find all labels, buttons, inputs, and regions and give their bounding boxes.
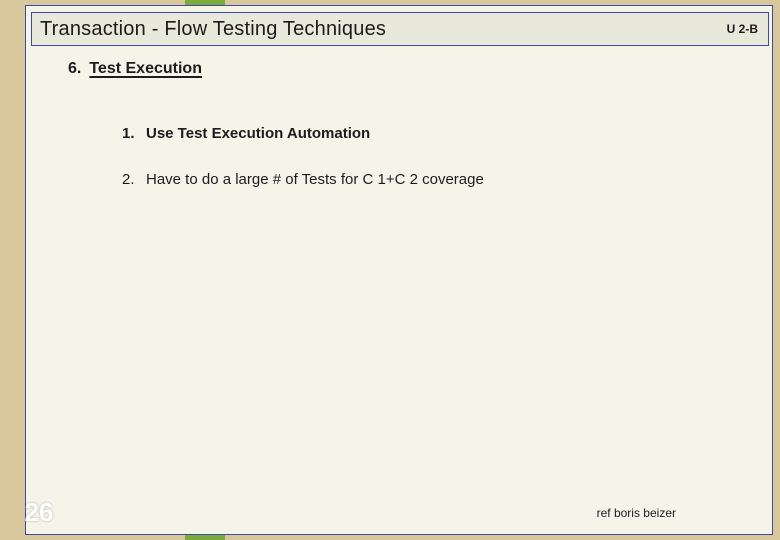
canvas: Transaction - Flow Testing Techniques U … xyxy=(0,0,780,540)
list-item-text: Use Test Execution Automation xyxy=(146,125,370,142)
slide-frame: Transaction - Flow Testing Techniques U … xyxy=(25,5,773,535)
list-item-number: 1. xyxy=(122,125,136,142)
section-number: 6. xyxy=(68,60,81,78)
list-item-text: Have to do a large # of Tests for C 1+C … xyxy=(146,171,484,188)
list-item: 1. Use Test Execution Automation xyxy=(122,125,370,142)
list-item-number: 2. xyxy=(122,171,136,188)
section-heading-row: 6. Test Execution xyxy=(68,60,202,78)
page-number: 26 xyxy=(16,497,62,528)
list-item: 2. Have to do a large # of Tests for C 1… xyxy=(122,171,484,188)
unit-label: U 2-B xyxy=(727,22,758,36)
title-bar: Transaction - Flow Testing Techniques U … xyxy=(31,12,769,46)
section-heading: Test Execution xyxy=(89,60,202,78)
reference-citation: ref boris beizer xyxy=(597,506,676,520)
slide-title: Transaction - Flow Testing Techniques xyxy=(40,18,386,41)
